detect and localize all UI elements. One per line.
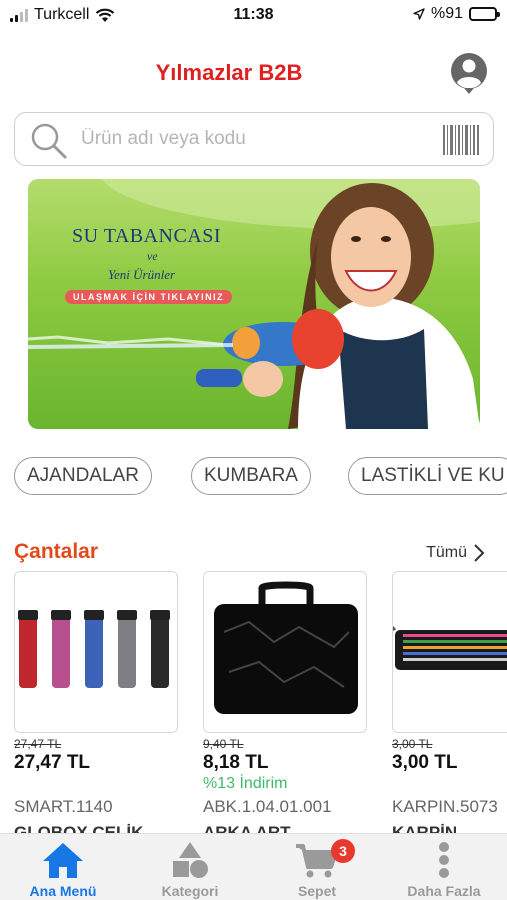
product-old-price: 27,47 TL	[14, 737, 62, 751]
app-header: Yılmazlar B2B	[0, 44, 507, 104]
banner-title: SU TABANCASI	[72, 225, 222, 247]
chevron-right-icon	[474, 544, 485, 562]
banner-subtitle: Yeni Ürünler	[108, 267, 176, 282]
home-icon	[43, 843, 83, 878]
tab-category[interactable]: Kategori	[127, 834, 253, 900]
section-title: Çantalar	[14, 540, 99, 563]
product-code: KARPIN.5073	[392, 797, 498, 816]
app-title: Yılmazlar B2B	[155, 60, 303, 85]
tab-label: Kategori	[161, 883, 219, 899]
product-price: 27,47 TL	[14, 752, 91, 773]
status-right: %91	[413, 5, 500, 23]
tab-label: Ana Menü	[29, 883, 97, 899]
pencil-case-image	[393, 625, 507, 670]
search-input[interactable]	[81, 123, 441, 155]
tab-more[interactable]: Daha Fazla	[381, 834, 507, 900]
tab-home[interactable]: Ana Menü	[0, 834, 126, 900]
cart-badge: 3	[331, 839, 355, 863]
product-name[interactable]: KARPİN	[392, 823, 457, 833]
tab-bar: Ana Menü Kategori 3 Sepet Daha Fazla	[0, 833, 507, 900]
battery-percent: %91	[430, 5, 463, 22]
tab-label: Daha Fazla	[407, 883, 481, 899]
product-price: 8,18 TL	[203, 752, 269, 773]
location-arrow-icon	[413, 8, 425, 20]
product-card[interactable]: 27,47 TL 27,47 TL SMART.1140 GLOBOX ÇELİ…	[14, 571, 178, 833]
bag-image	[214, 581, 358, 714]
promo-banner[interactable]: SU TABANCASI ve Yeni Ürünler ULAŞMAK İÇİ…	[28, 179, 480, 429]
chip-ajandalar[interactable]: AJANDALAR	[14, 457, 152, 495]
bottles-image	[18, 610, 170, 688]
banner-connector: ve	[147, 249, 158, 263]
product-code: SMART.1140	[14, 797, 113, 816]
tab-label: Sepet	[297, 883, 337, 899]
status-bar: Turkcell 11:38 %91	[0, 0, 507, 32]
shapes-icon	[173, 842, 208, 878]
more-icon	[439, 842, 449, 878]
product-card[interactable]: 3,00 TL 3,00 TL KARPIN.5073 KARPİN	[392, 571, 507, 833]
battery-icon	[469, 7, 500, 21]
product-old-price: 3,00 TL	[392, 737, 433, 751]
search-bar[interactable]	[14, 112, 494, 166]
tab-cart[interactable]: 3 Sepet	[254, 834, 380, 900]
see-all-button[interactable]: Tümü	[426, 543, 485, 563]
chip-lastikli[interactable]: LASTİKLİ VE KU	[348, 457, 507, 495]
product-image[interactable]	[203, 571, 367, 733]
product-image[interactable]	[14, 571, 178, 733]
product-card[interactable]: 9,40 TL 8,18 TL %13 İndirim ABK.1.04.01.…	[203, 571, 367, 833]
chip-kumbara[interactable]: KUMBARA	[191, 457, 311, 495]
product-name[interactable]: ARKA ART	[203, 823, 291, 833]
product-old-price: 9,40 TL	[203, 737, 244, 751]
profile-button[interactable]	[449, 52, 489, 96]
product-discount: %13 İndirim	[203, 775, 288, 792]
see-all-label: Tümü	[426, 544, 467, 561]
banner-image	[28, 179, 480, 429]
user-circle-icon	[451, 53, 487, 94]
product-code: ABK.1.04.01.001	[203, 797, 332, 816]
product-image[interactable]	[392, 571, 507, 733]
product-price: 3,00 TL	[392, 752, 458, 773]
search-icon[interactable]	[29, 121, 69, 161]
product-list: 27,47 TL 27,47 TL SMART.1140 GLOBOX ÇELİ…	[0, 571, 507, 833]
category-chips: AJANDALAR KUMBARA LASTİKLİ VE KU	[14, 457, 507, 497]
barcode-icon[interactable]	[443, 125, 479, 155]
banner-cta[interactable]: ULAŞMAK İÇİN TIKLAYINIZ	[65, 290, 233, 304]
product-name[interactable]: GLOBOX ÇELİK	[14, 823, 143, 833]
